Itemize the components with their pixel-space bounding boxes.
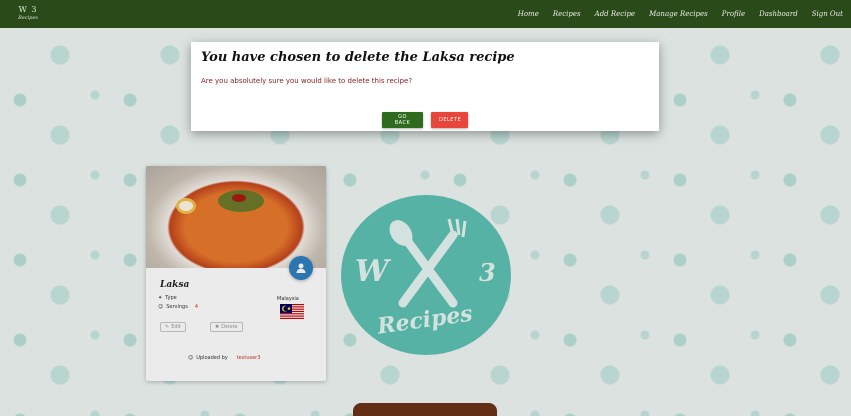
go-back-button[interactable]: GO BACK	[382, 112, 423, 128]
nav-link-home[interactable]: Home	[518, 10, 539, 18]
brand-mark: W 3	[18, 5, 38, 14]
confirm-delete-button[interactable]: DELETE	[431, 112, 468, 128]
nav-link-add-recipe[interactable]: Add Recipe	[595, 10, 635, 18]
nav-link-dashboard[interactable]: Dashboard	[759, 10, 798, 18]
modal-title: You have chosen to delete the Laksa reci…	[201, 50, 515, 65]
nav-link-manage-recipes[interactable]: Manage Recipes	[649, 10, 708, 18]
delete-confirm-modal: You have chosen to delete the Laksa reci…	[191, 42, 659, 131]
nav-links: Home Recipes Add Recipe Manage Recipes P…	[518, 10, 843, 18]
brand-logo[interactable]: W 3 Recipes	[14, 1, 42, 27]
navbar: W 3 Recipes Home Recipes Add Recipe Mana…	[0, 0, 851, 28]
modal-message: Are you absolutely sure you would like t…	[201, 77, 413, 85]
nav-link-recipes[interactable]: Recipes	[553, 10, 581, 18]
nav-link-profile[interactable]: Profile	[722, 10, 745, 18]
brand-subtitle: Recipes	[18, 15, 38, 21]
nav-link-sign-out[interactable]: Sign Out	[812, 10, 843, 18]
modal-actions: GO BACK DELETE	[191, 112, 659, 128]
